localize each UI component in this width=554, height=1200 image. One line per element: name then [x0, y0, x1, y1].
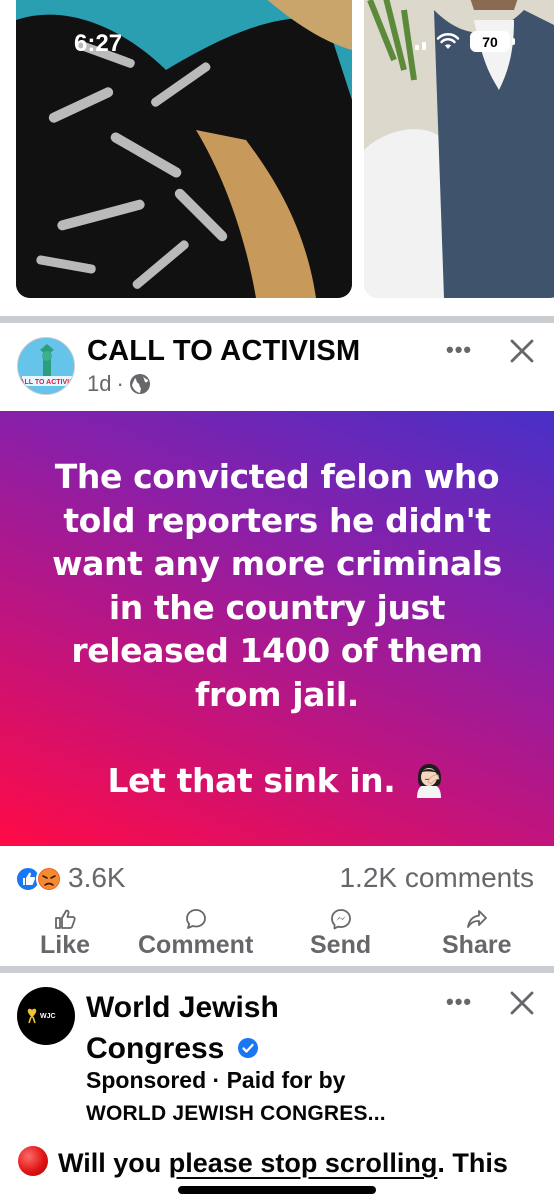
ad-avatar[interactable]: WJC — [17, 987, 75, 1045]
share-label: Share — [442, 931, 512, 959]
battery-icon: 70 — [470, 31, 515, 52]
page-avatar-image: CALL TO ACTIVISM — [18, 338, 75, 394]
comment-label: Comment — [138, 931, 254, 959]
advertiser-name-line2-wrap: Congress — [86, 1028, 279, 1069]
post-line: in the country just — [108, 587, 446, 627]
page-name[interactable]: CALL TO ACTIVISM — [87, 335, 360, 368]
wifi-icon — [436, 32, 460, 49]
post-line: The convicted felon who — [54, 457, 500, 496]
post-line: released 1400 of them — [71, 631, 483, 670]
share-icon — [466, 910, 487, 928]
advertiser-name[interactable]: World Jewish Congress — [86, 987, 279, 1069]
share-button[interactable]: Share — [442, 908, 511, 960]
post-line: told reporters he didn't — [63, 500, 491, 540]
status-bar: 6:27 70 — [0, 0, 554, 80]
post-closing: Let that sink in. — [108, 759, 447, 803]
globe-icon — [129, 374, 150, 394]
signal-icon — [415, 34, 426, 50]
page-avatar[interactable]: CALL TO ACTIVISM — [17, 337, 75, 395]
paid-by-label: Paid for by — [226, 1067, 346, 1093]
post-text-card[interactable]: The convicted felon who told reporters h… — [0, 411, 554, 846]
comment-button[interactable]: Comment — [138, 908, 253, 960]
advertiser-name-line1: World Jewish — [86, 991, 279, 1024]
ad-text-start: Will you — [58, 1148, 169, 1178]
post-time[interactable]: 1d — [87, 371, 111, 397]
send-button[interactable]: Send — [310, 908, 371, 960]
messenger-icon — [330, 909, 351, 930]
comments-count[interactable]: 1.2K comments — [339, 862, 534, 894]
reactions-bar: 3.6K 1.2K comments — [0, 846, 554, 910]
status-time: 6:27 — [74, 30, 123, 57]
ad-logo-icon: WJC — [27, 1008, 56, 1024]
post-meta: 1d · — [87, 371, 151, 397]
meta-separator: · — [116, 371, 124, 396]
svg-text:CALL TO ACTIVISM: CALL TO ACTIVISM — [18, 379, 75, 386]
sponsored-line: Sponsored · Paid for by — [86, 1067, 345, 1094]
meta-separator: · — [212, 1067, 221, 1093]
more-options-button[interactable]: ••• — [446, 337, 472, 363]
feed-divider — [0, 966, 554, 973]
send-label: Send — [310, 931, 372, 959]
post-actions: Like Comment Send Share — [0, 908, 554, 966]
paid-by-org[interactable]: WORLD JEWISH CONGRES... — [86, 1102, 386, 1126]
ad-text-end: . This — [437, 1148, 508, 1178]
post-line: want any more criminals — [52, 544, 502, 583]
reaction-count[interactable]: 3.6K — [68, 862, 126, 894]
ad-text-underlined: please stop scrolling — [168, 1148, 438, 1178]
like-label: Like — [40, 931, 91, 959]
ad-more-options-button[interactable]: ••• — [446, 989, 472, 1015]
close-icon[interactable] — [508, 337, 536, 365]
post-header: CALL TO ACTIVISM CALL TO ACTIVISM 1d · •… — [0, 323, 554, 411]
svg-text:WJC: WJC — [40, 1013, 56, 1020]
ad-text[interactable]: Will you please stop scrolling. This — [18, 1146, 508, 1179]
post-closing-text: Let that sink in. — [107, 761, 396, 800]
ad-header: WJC World Jewish Congress Sponsored · Pa… — [0, 975, 554, 1135]
post-line: from jail. — [195, 674, 359, 714]
home-indicator[interactable] — [178, 1186, 376, 1194]
comment-icon — [185, 909, 206, 929]
sponsored-label[interactable]: Sponsored — [86, 1067, 206, 1093]
verified-badge-icon — [237, 1038, 258, 1058]
ad-close-icon[interactable] — [508, 989, 536, 1017]
like-button[interactable]: Like — [40, 908, 90, 960]
facepalm-emoji-icon — [416, 764, 441, 798]
like-icon — [55, 909, 76, 929]
status-icons: 70 — [415, 31, 515, 52]
red-circle-emoji-icon — [18, 1146, 48, 1176]
advertiser-name-line2: Congress — [86, 1032, 225, 1065]
reaction-icons[interactable] — [15, 866, 65, 892]
feed-divider — [0, 316, 554, 323]
